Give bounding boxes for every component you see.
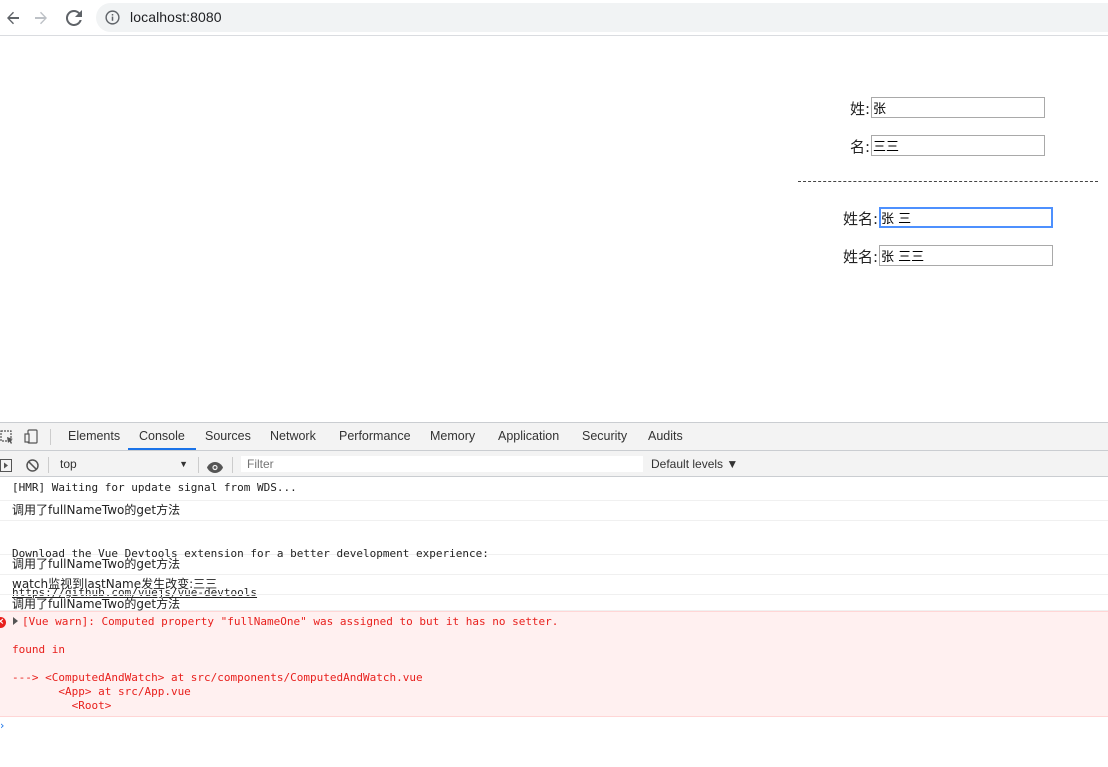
console-log-text: 调用了fullNameTwo的get方法 [12,597,181,611]
console-log-row: watch监视到lastName发生改变:三三 [0,575,1108,595]
tab-application[interactable]: Application [498,423,559,450]
tab-network[interactable]: Network [270,423,316,450]
console-log-text: 调用了fullNameTwo的get方法 [12,503,181,517]
first-name-label: 名: [850,138,871,156]
dropdown-arrow-icon: ▼ [179,459,188,469]
page-content: 姓: 名: 姓名: 姓名: [0,36,1108,422]
full-name-one-label: 姓名: [843,210,879,228]
console-log-row: [HMR] Waiting for update signal from WDS… [0,481,1108,501]
last-name-label: 姓: [850,100,871,118]
full-name-two-label: 姓名: [843,248,879,266]
expand-caret-icon[interactable] [13,617,18,625]
back-arrow-icon[interactable] [0,5,26,31]
console-prompt[interactable]: › [0,719,4,732]
console-toolbar: top ▼ Filter Default levels ▼ [0,451,1108,477]
toolbar-separator [232,457,233,473]
first-name-input[interactable] [871,135,1045,156]
console-output: [HMR] Waiting for update signal from WDS… [0,478,1108,767]
last-name-input[interactable] [871,97,1045,118]
reload-icon[interactable] [61,5,87,31]
devtools-panel: Elements Console Sources Network Perform… [0,422,1108,767]
tab-console[interactable]: Console [128,423,196,450]
info-icon[interactable] [105,10,120,29]
error-icon: × [0,617,6,628]
toolbar-separator [50,429,51,445]
tab-security[interactable]: Security [582,423,627,450]
full-name-one-input[interactable] [879,207,1053,228]
filter-input[interactable]: Filter [240,455,644,473]
console-error-message: × [Vue warn]: Computed property "fullNam… [0,611,1108,717]
console-log-row: Download the Vue Devtools extension for … [0,521,1108,599]
console-log-row: 调用了fullNameTwo的get方法 [0,595,1108,611]
address-bar[interactable]: localhost:8080 [96,3,1108,32]
tab-sources[interactable]: Sources [205,423,251,450]
full-name-two-input[interactable] [879,245,1053,266]
devtools-tab-bar: Elements Console Sources Network Perform… [0,423,1108,451]
inspect-element-icon[interactable] [0,429,14,448]
context-select[interactable]: top ▼ [52,454,196,474]
device-toolbar-icon[interactable] [24,429,38,448]
tab-elements[interactable]: Elements [68,423,120,450]
error-text: [Vue warn]: Computed property "fullNameO… [22,615,559,628]
log-levels-dropdown[interactable]: Default levels ▼ [651,454,738,474]
toolbar-separator [48,457,49,473]
forward-arrow-icon[interactable] [28,5,54,31]
show-sidebar-icon[interactable] [0,457,12,476]
clear-console-icon[interactable] [26,457,39,476]
console-log-row: 调用了fullNameTwo的get方法 [0,501,1108,521]
eye-icon[interactable] [207,458,223,477]
browser-toolbar: localhost:8080 [0,0,1108,36]
tab-audits[interactable]: Audits [648,423,683,450]
context-value: top [60,457,77,471]
console-log-text: watch监视到lastName发生改变:三三 [12,577,218,591]
url-text: localhost:8080 [130,9,222,25]
console-log-row: 调用了fullNameTwo的get方法 [0,555,1108,575]
console-log-text: 调用了fullNameTwo的get方法 [12,557,181,571]
tab-performance[interactable]: Performance [339,423,411,450]
error-trace-line: <App> at src/App.vue [12,685,191,698]
error-found-in: found in [12,643,65,656]
tab-memory[interactable]: Memory [430,423,475,450]
divider [798,181,1098,182]
error-trace-line: <Root> [12,699,112,712]
error-trace-line: ---> <ComputedAndWatch> at src/component… [12,671,423,684]
toolbar-separator [198,457,199,473]
